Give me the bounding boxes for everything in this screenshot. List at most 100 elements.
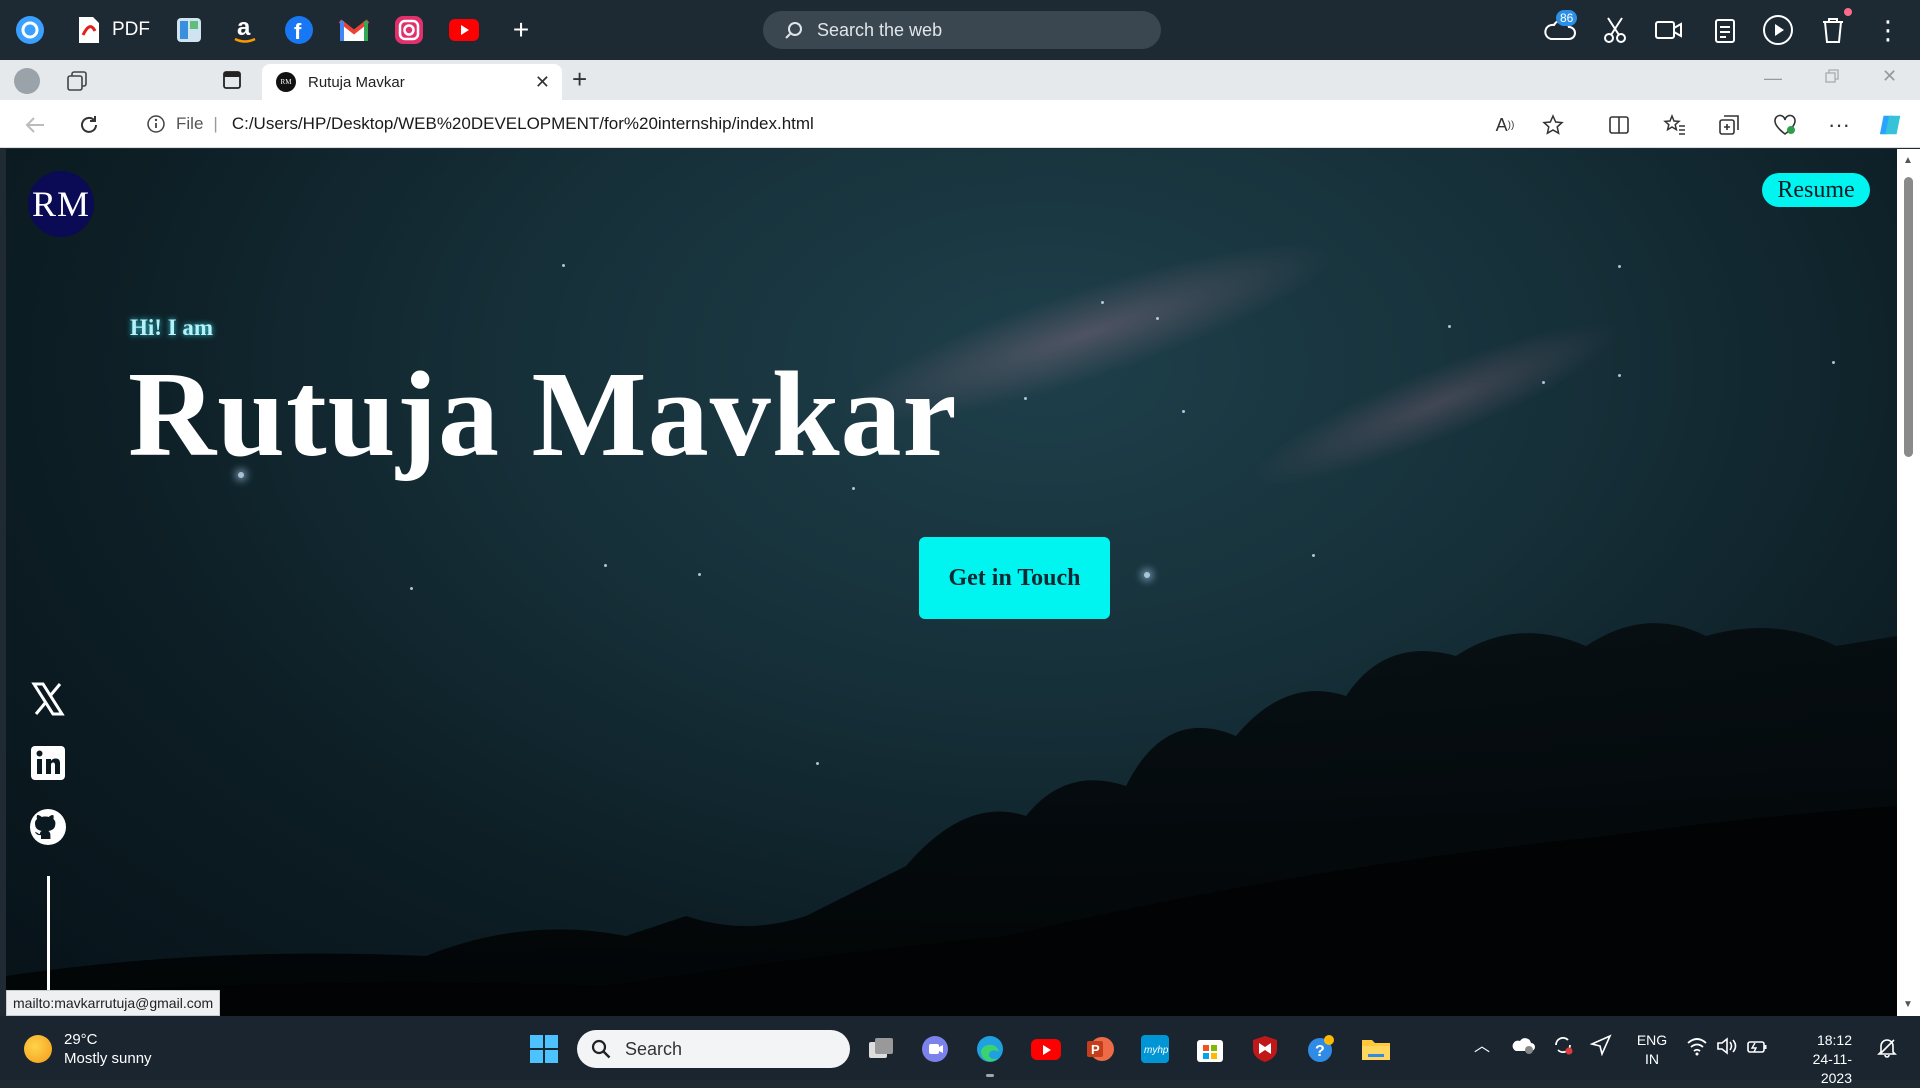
- tab-favicon: RM: [276, 72, 296, 92]
- youtube-icon[interactable]: [446, 12, 482, 48]
- page-scrollbar[interactable]: ▲ ▼: [1897, 149, 1920, 1016]
- close-tab-icon[interactable]: ✕: [535, 72, 550, 93]
- url-text: C:/Users/HP/Desktop/WEB%20DEVELOPMENT/fo…: [231, 114, 814, 133]
- clock-time: 18:12: [1816, 1032, 1852, 1048]
- file-label: File: [176, 114, 204, 133]
- star: [1618, 374, 1621, 377]
- file-explorer-icon[interactable]: [1360, 1034, 1390, 1064]
- battery-icon[interactable]: [1746, 1036, 1768, 1059]
- site-logo[interactable]: RM: [28, 171, 94, 237]
- amazon-icon[interactable]: a: [228, 12, 262, 48]
- weather-widget[interactable]: 29°C Mostly sunny: [24, 1030, 152, 1068]
- location-arrow-icon[interactable]: [1589, 1034, 1612, 1059]
- close-window-icon[interactable]: ✕: [1882, 66, 1897, 87]
- greeting-text: Hi! I am: [130, 315, 214, 340]
- copilot-icon[interactable]: [1878, 112, 1904, 138]
- powerpoint-icon[interactable]: P: [1085, 1034, 1115, 1064]
- myhp-icon[interactable]: myhp: [1140, 1034, 1170, 1064]
- star: [410, 587, 413, 590]
- star: [1144, 572, 1150, 578]
- restore-window-icon[interactable]: [1824, 68, 1840, 89]
- add-shortcut-icon[interactable]: +: [506, 12, 536, 48]
- mcafee-icon[interactable]: [1250, 1034, 1280, 1064]
- star: [1542, 381, 1545, 384]
- language-indicator[interactable]: ENG IN: [1632, 1031, 1672, 1069]
- back-icon[interactable]: [22, 112, 48, 138]
- read-aloud-icon[interactable]: A)): [1492, 112, 1518, 138]
- scroll-thumb[interactable]: [1904, 177, 1913, 457]
- linkedin-icon[interactable]: [28, 743, 68, 783]
- profile-icon[interactable]: [14, 68, 40, 94]
- microsoft-store-icon[interactable]: [1195, 1034, 1225, 1064]
- app-launcher-icon[interactable]: [12, 12, 48, 48]
- widgets-icon[interactable]: [172, 12, 206, 48]
- web-search-placeholder: Search the web: [817, 19, 943, 40]
- volume-icon[interactable]: [1716, 1036, 1738, 1059]
- sync-icon[interactable]: [1552, 1034, 1574, 1059]
- video-camera-icon[interactable]: [1652, 12, 1686, 48]
- url-field[interactable]: File | C:/Users/HP/Desktop/WEB%20DEVELOP…: [126, 105, 1586, 143]
- web-search-box[interactable]: Search the web: [763, 11, 1161, 49]
- edge-browser-icon[interactable]: [975, 1034, 1005, 1077]
- top-launcher-bar: PDF a f + Search the web 86 ⋮: [0, 0, 1920, 60]
- settings-more-icon[interactable]: ···: [1826, 112, 1852, 138]
- more-menu-icon[interactable]: ⋮: [1875, 12, 1901, 48]
- resume-button[interactable]: Resume: [1762, 173, 1870, 207]
- url-separator: |: [213, 114, 218, 133]
- pdf-shortcut[interactable]: PDF: [76, 12, 156, 48]
- pdf-label: PDF: [112, 19, 150, 40]
- star: [1618, 265, 1621, 268]
- teams-chat-icon[interactable]: [920, 1034, 950, 1064]
- svg-text:a: a: [237, 15, 251, 41]
- youtube-app-icon[interactable]: [1030, 1034, 1061, 1064]
- taskbar-search[interactable]: Search: [577, 1030, 850, 1068]
- facebook-icon[interactable]: f: [282, 12, 316, 48]
- tab-rutuja-mavkar[interactable]: RM Rutuja Mavkar ✕: [262, 64, 562, 100]
- split-screen-icon[interactable]: [1606, 112, 1632, 138]
- star: [1448, 325, 1451, 328]
- get-in-touch-button[interactable]: Get in Touch: [919, 537, 1110, 619]
- tab-title: Rutuja Mavkar: [308, 73, 405, 91]
- star: [1182, 410, 1185, 413]
- gmail-icon[interactable]: [336, 12, 372, 48]
- partly-sunny-icon: [24, 1035, 52, 1063]
- wifi-icon[interactable]: [1686, 1036, 1708, 1059]
- trash-icon[interactable]: [1816, 8, 1852, 48]
- collections-icon[interactable]: [1716, 112, 1742, 138]
- favorites-icon[interactable]: [1662, 112, 1688, 138]
- hero-name: Rutuja Mavkar: [128, 347, 958, 482]
- active-app-indicator: [986, 1074, 994, 1077]
- x-icon[interactable]: [28, 679, 68, 719]
- lang-line2: IN: [1645, 1051, 1659, 1067]
- system-clock[interactable]: 18:12 24-11-2023: [1788, 1031, 1852, 1088]
- workspaces-icon[interactable]: [66, 70, 88, 97]
- star: [1312, 554, 1315, 557]
- search-icon: [591, 1039, 611, 1059]
- clock-date: 24-11-2023: [1812, 1051, 1852, 1086]
- favorite-star-icon[interactable]: [1540, 112, 1566, 138]
- sky-cloud: [1237, 296, 1635, 512]
- refresh-icon[interactable]: [76, 112, 102, 138]
- scroll-up-arrow[interactable]: ▲: [1903, 155, 1913, 166]
- new-tab-button[interactable]: +: [572, 64, 587, 95]
- weather-cloud-icon[interactable]: 86: [1540, 10, 1580, 48]
- browser-essentials-icon[interactable]: [1772, 112, 1798, 138]
- scissors-icon[interactable]: [1598, 12, 1632, 48]
- lang-line1: ENG: [1636, 1032, 1668, 1048]
- task-view-icon[interactable]: [866, 1034, 896, 1064]
- minimize-window-icon[interactable]: —: [1764, 68, 1782, 89]
- vertical-tabs-icon[interactable]: [222, 70, 242, 95]
- instagram-icon[interactable]: [392, 12, 426, 48]
- scroll-down-arrow[interactable]: ▼: [1903, 999, 1913, 1010]
- star: [1156, 317, 1159, 320]
- info-icon[interactable]: [146, 114, 166, 134]
- windows-start-icon[interactable]: [529, 1034, 559, 1069]
- show-hidden-icons[interactable]: ︿: [1474, 1032, 1490, 1056]
- onedrive-icon[interactable]: [1510, 1034, 1536, 1059]
- play-circle-icon[interactable]: [1760, 12, 1796, 48]
- clipboard-icon[interactable]: [1708, 12, 1742, 48]
- help-icon[interactable]: ?: [1305, 1034, 1335, 1064]
- star: [1832, 361, 1835, 364]
- notification-bell-icon[interactable]: [1876, 1036, 1898, 1061]
- github-icon[interactable]: [28, 807, 68, 847]
